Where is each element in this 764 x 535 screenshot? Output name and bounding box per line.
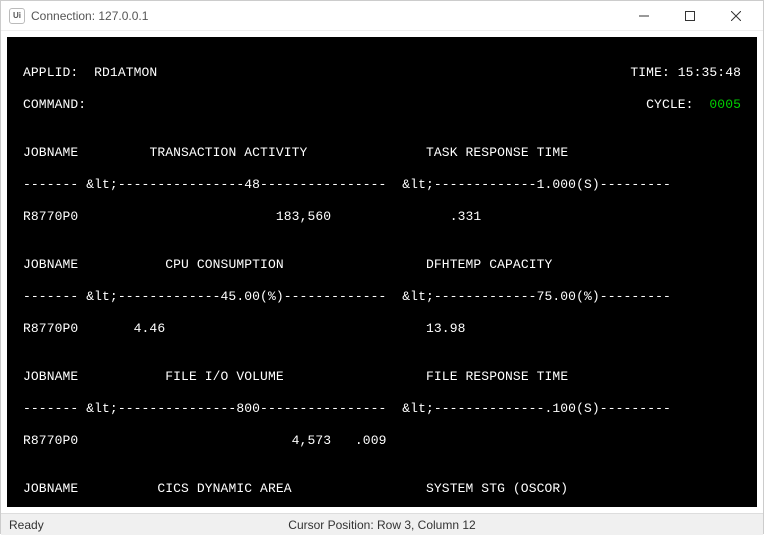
- command-label: COMMAND:: [23, 97, 86, 112]
- time-label: TIME:: [630, 65, 670, 80]
- cycle-label: CYCLE:: [646, 97, 693, 112]
- section-ruler: ------- &lt;----------------48----------…: [23, 177, 671, 193]
- section-header: JOBNAME FILE I/O VOLUME FILE RESPONSE TI…: [23, 369, 568, 385]
- section-data-row: R8770P0 4.46 13.98: [23, 321, 466, 337]
- minimize-button[interactable]: [621, 1, 667, 31]
- section-data-row: R8770P0 4,573 .009: [23, 433, 387, 449]
- section-header: JOBNAME TRANSACTION ACTIVITY TASK RESPON…: [23, 145, 568, 161]
- applid-value: RD1ATMON: [94, 65, 157, 80]
- status-cursor-position: Cursor Position: Row 3, Column 12: [288, 518, 475, 532]
- terminal-screen[interactable]: APPLID: RD1ATMON TIME: 15:35:48 COMMAND: C…: [7, 37, 757, 507]
- applid-label: APPLID:: [23, 65, 78, 80]
- statusbar: Ready Cursor Position: Row 3, Column 12: [1, 513, 763, 535]
- window-controls: [621, 1, 759, 31]
- app-icon: Ui: [9, 8, 25, 24]
- section-data-row: R8770P0 183,560 .331: [23, 209, 481, 225]
- status-ready: Ready: [9, 518, 44, 532]
- section-header: JOBNAME CPU CONSUMPTION DFHTEMP CAPACITY: [23, 257, 552, 273]
- cycle-value: 0005: [709, 97, 741, 112]
- titlebar: Ui Connection: 127.0.0.1: [1, 1, 763, 31]
- window-title: Connection: 127.0.0.1: [31, 9, 148, 23]
- maximize-button[interactable]: [667, 1, 713, 31]
- close-button[interactable]: [713, 1, 759, 31]
- time-value: 15:35:48: [678, 65, 741, 80]
- section-ruler: ------- &lt;-------------45.00(%)-------…: [23, 289, 671, 305]
- section-ruler: ------- &lt;---------------800----------…: [23, 401, 671, 417]
- section-header: JOBNAME CICS DYNAMIC AREA SYSTEM STG (OS…: [23, 481, 568, 497]
